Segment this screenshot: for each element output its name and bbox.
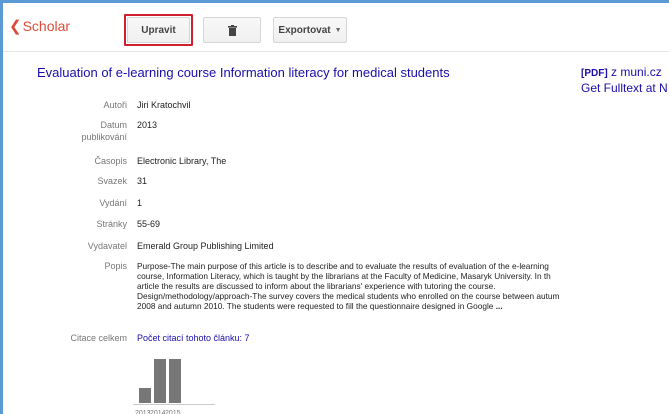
- histogram-year-label: 2014: [150, 410, 166, 414]
- description-line: article the results are discussed to inf…: [137, 281, 496, 291]
- edit-button-highlight: [124, 14, 193, 46]
- chevron-left-icon: ❮: [9, 18, 22, 35]
- journal-label: Časopis: [94, 156, 127, 166]
- description-value: Purpose-The main purpose of this article…: [137, 261, 669, 311]
- fulltext-links: [PDF] z muni.cz Get Fulltext at N: [581, 65, 668, 95]
- histogram-year-label: 2013: [135, 410, 151, 414]
- issue-value: 1: [137, 198, 143, 208]
- histogram-year-label: 2015: [165, 410, 181, 414]
- date-label: Datum publikování: [3, 119, 127, 143]
- delete-button[interactable]: [203, 17, 261, 43]
- date-value: 2013: [137, 120, 158, 130]
- export-label: Exportovat: [278, 24, 331, 36]
- histogram-axis: [133, 404, 215, 405]
- issue-label: Vydání: [99, 198, 127, 208]
- date-label-line1: Datum: [100, 120, 127, 130]
- pages-value: 55-69: [137, 219, 161, 229]
- pdf-source: z muni.cz: [611, 65, 662, 79]
- trash-icon: [227, 24, 237, 36]
- caret-down-icon: ▼: [334, 26, 342, 34]
- authors-label: Autoři: [103, 100, 127, 110]
- pdf-link[interactable]: [PDF] z muni.cz: [581, 65, 668, 81]
- publisher-label: Vydavatel: [87, 241, 127, 251]
- description-line: course, Information Literacy, which is t…: [137, 271, 551, 281]
- publisher-value: Emerald Group Publishing Limited: [137, 241, 274, 251]
- volume-label: Svazek: [97, 176, 127, 186]
- back-to-scholar-link[interactable]: ❮ Scholar: [9, 17, 70, 35]
- description-line: Design/methodology/approach-The survey c…: [137, 291, 560, 301]
- description-ellipsis-link[interactable]: ...: [496, 301, 503, 311]
- description-line: Purpose-The main purpose of this article…: [137, 261, 549, 271]
- description-line: 2008 and autumn 2010. The students were …: [137, 301, 669, 311]
- description-label: Popis: [104, 261, 127, 271]
- citations-label: Citace celkem: [70, 333, 127, 343]
- pdf-tag: [PDF]: [581, 68, 608, 79]
- histogram-bar-2013[interactable]: [139, 388, 151, 403]
- article-title-link[interactable]: Evaluation of e-learning course Informat…: [37, 65, 450, 80]
- toolbar: ❮ Scholar Upravit Exportovat ▼: [3, 3, 669, 52]
- citations-histogram: 2013 2014 2015: [133, 343, 223, 414]
- description-last-text: 2008 and autumn 2010. The students were …: [137, 301, 494, 311]
- volume-value: 31: [137, 176, 148, 186]
- histogram-bar-2015[interactable]: [169, 359, 181, 403]
- scholar-article-frame: ❮ Scholar Upravit Exportovat ▼ Evaluatio…: [0, 0, 669, 414]
- histogram-bar-2014[interactable]: [154, 359, 166, 403]
- get-fulltext-link[interactable]: Get Fulltext at N: [581, 81, 668, 95]
- authors-value: Jiri Kratochvil: [137, 100, 191, 110]
- export-dropdown-button[interactable]: Exportovat ▼: [273, 17, 347, 43]
- pages-label: Stránky: [96, 219, 127, 229]
- journal-value: Electronic Library, The: [137, 156, 227, 166]
- back-label: Scholar: [22, 18, 71, 34]
- date-label-line2: publikování: [81, 132, 127, 142]
